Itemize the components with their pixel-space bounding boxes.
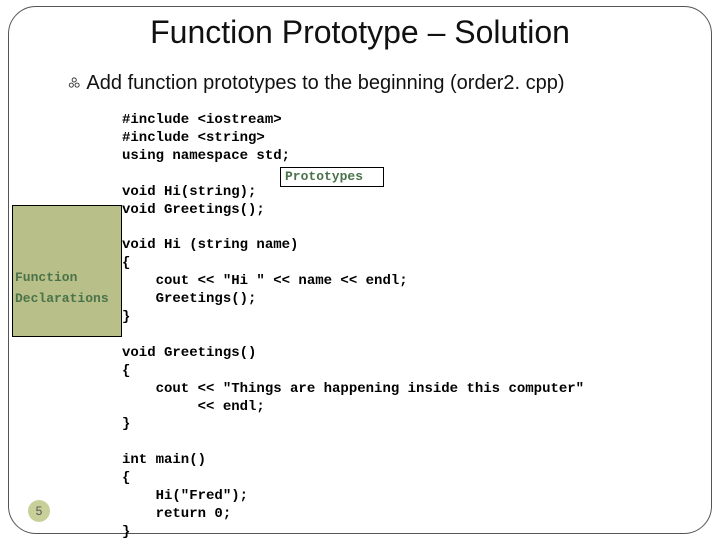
slide-number: 5 [28, 500, 50, 522]
slide-title: Function Prototype – Solution [0, 14, 720, 51]
function-declarations-label: Function Declarations [12, 268, 122, 310]
bullet-icon: ༜ [68, 75, 80, 93]
bullet-text: Add function prototypes to the beginning… [86, 72, 564, 95]
prototypes-label-box: Prototypes [280, 167, 384, 187]
func-label-line2: Declarations [15, 289, 122, 310]
func-label-line1: Function [15, 268, 122, 289]
bullet-row: ༜ Add function prototypes to the beginni… [68, 72, 565, 95]
